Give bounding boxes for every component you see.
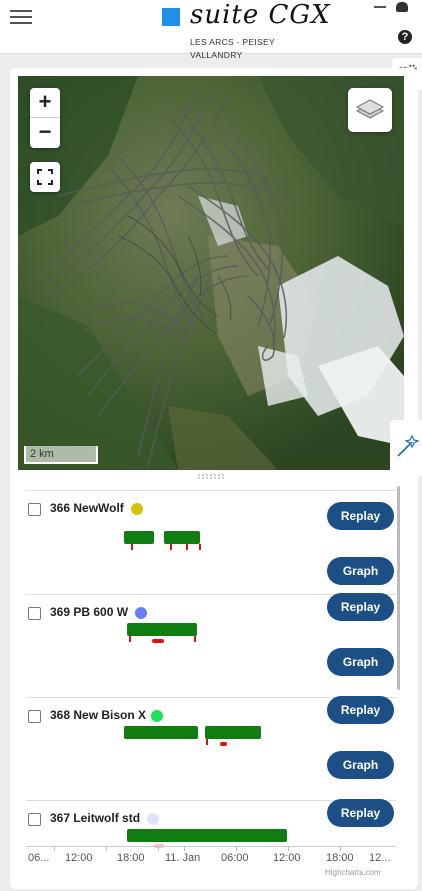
chart-credit[interactable]: Highcharts.com [325, 868, 381, 877]
activity-bar [127, 623, 197, 636]
help-icon[interactable]: ? [398, 30, 412, 44]
axis-tick [184, 846, 185, 851]
menu-icon[interactable] [10, 10, 32, 26]
device-list: 366 NewWolf Replay Graph 369 PB 600 W Re… [26, 490, 396, 850]
list-item: 368 New Bison X Replay Graph [26, 696, 396, 799]
brand-logo-icon [162, 8, 180, 26]
wand-tab[interactable] [390, 420, 422, 476]
axis-tick [158, 846, 159, 851]
device-color-dot [131, 503, 143, 515]
axis-label: 12... [369, 852, 391, 864]
fullscreen-button[interactable] [30, 162, 60, 192]
axis-label: 12:00 [273, 852, 301, 864]
graph-button[interactable]: Graph [327, 648, 394, 676]
axis-tick [340, 846, 341, 851]
brand-name: suite CGX [190, 0, 331, 30]
satellite-map[interactable] [18, 76, 404, 470]
notification-icon[interactable] [374, 2, 386, 8]
zoom-control: + − [30, 88, 60, 148]
activity-bar [205, 726, 261, 739]
axis-label: 06... [28, 852, 50, 864]
alert-tick [199, 544, 201, 550]
device-color-dot [147, 813, 159, 825]
device-checkbox[interactable] [28, 503, 41, 516]
list-item: 367 Leitwolf std Replay [26, 799, 396, 850]
alert-tick [129, 636, 131, 642]
activity-bar [124, 531, 154, 544]
device-checkbox[interactable] [28, 710, 41, 723]
axis-label: 18:00 [326, 852, 354, 864]
axis-tick [54, 846, 55, 851]
zoom-in-button[interactable]: + [30, 88, 60, 118]
axis-label: 06:00 [221, 852, 249, 864]
axis-tick [288, 846, 289, 851]
replay-button[interactable]: Replay [327, 593, 394, 621]
axis-label: 11. Jan [165, 852, 201, 864]
map-scale: 2 km [24, 446, 98, 464]
axis-tick [106, 846, 107, 851]
list-item: 369 PB 600 W Replay Graph [26, 593, 396, 696]
axis-tick [236, 846, 237, 851]
layers-icon [355, 99, 385, 119]
replay-button[interactable]: Replay [327, 799, 394, 827]
activity-bar [164, 531, 200, 544]
device-checkbox[interactable] [28, 813, 41, 826]
layers-button[interactable] [348, 88, 392, 132]
activity-bar [127, 829, 287, 842]
alert-tick [194, 636, 196, 642]
device-color-dot [135, 607, 147, 619]
alert-tick [170, 544, 172, 550]
resort-name-line1: LES ARCS - PEISEY [190, 37, 275, 47]
alert-tick [186, 544, 188, 550]
axis-label: 18:00 [117, 852, 145, 864]
device-name: 367 Leitwolf std [50, 811, 141, 825]
alert-mark [220, 742, 227, 746]
alert-tick [131, 544, 133, 550]
wand-icon [397, 434, 420, 457]
replay-button[interactable]: Replay [327, 696, 394, 724]
graph-button[interactable]: Graph [327, 557, 394, 585]
top-bar: suite CGX LES ARCS - PEISEY VALLANDRY ? [0, 0, 422, 60]
axis-label: 12:00 [65, 852, 93, 864]
user-icon[interactable] [396, 2, 408, 12]
resize-handle[interactable] [196, 473, 226, 479]
fullscreen-icon [37, 169, 53, 185]
resort-name: LES ARCS - PEISEY VALLANDRY [190, 36, 275, 62]
resort-name-line2: VALLANDRY [190, 50, 243, 60]
list-scrollbar[interactable] [397, 486, 400, 690]
list-item: 366 NewWolf Replay Graph [26, 490, 396, 592]
device-name: 368 New Bison X [50, 708, 147, 722]
graph-button[interactable]: Graph [327, 751, 394, 779]
device-name: 366 NewWolf [50, 501, 124, 515]
alert-mark [152, 639, 164, 643]
device-name: 369 PB 600 W [50, 605, 129, 619]
device-color-dot [151, 710, 163, 722]
device-checkbox[interactable] [28, 607, 41, 620]
map-imagery [18, 76, 404, 470]
activity-bar [124, 726, 198, 739]
replay-button[interactable]: Replay [327, 502, 394, 530]
alert-tick [206, 739, 208, 745]
zoom-out-button[interactable]: − [30, 118, 60, 148]
